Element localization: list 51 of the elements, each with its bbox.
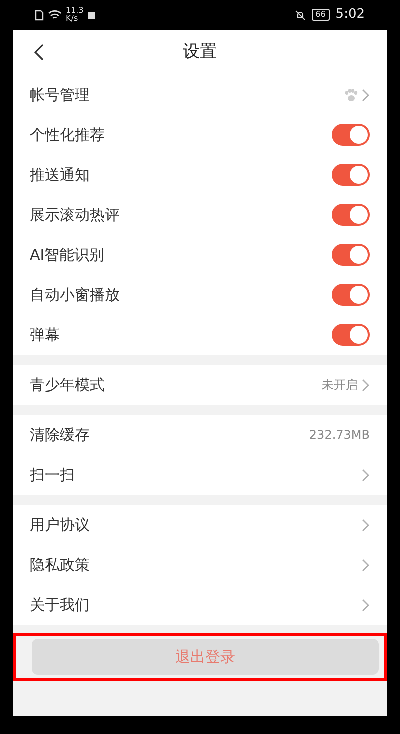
toggle-switch[interactable]	[332, 164, 370, 186]
toggle-switch[interactable]	[332, 244, 370, 266]
row-label: 展示滚动热评	[30, 204, 120, 226]
settings-row[interactable]: 清除缓存 232.73MB	[13, 415, 387, 455]
row-label: AI智能识别	[30, 244, 105, 266]
paw-icon	[344, 88, 358, 102]
settings-row[interactable]: 展示滚动热评	[13, 195, 387, 235]
settings-row[interactable]: 隐私政策	[13, 545, 387, 585]
bell-muted-icon	[294, 10, 306, 20]
chevron-icon	[362, 88, 370, 102]
battery-level: 66	[312, 9, 330, 21]
speed-unit: K/s	[66, 15, 80, 23]
wifi-icon	[48, 10, 62, 20]
row-label: 隐私政策	[30, 554, 90, 576]
settings-row[interactable]: 青少年模式 未开启	[13, 365, 387, 405]
notification-icon	[88, 12, 95, 18]
page-title: 设置	[183, 40, 217, 64]
chevron-icon	[362, 518, 370, 532]
row-label: 用户协议	[30, 514, 90, 536]
row-label: 帐号管理	[30, 84, 90, 106]
back-icon[interactable]	[34, 44, 44, 61]
settings-row[interactable]: 用户协议	[13, 505, 387, 545]
settings-row[interactable]: 推送通知	[13, 155, 387, 195]
toggle-switch[interactable]	[332, 284, 370, 306]
settings-row[interactable]: 扫一扫	[13, 455, 387, 495]
toggle-switch[interactable]	[332, 124, 370, 146]
network-speed: 11.3	[66, 7, 84, 15]
row-label: 自动小窗播放	[30, 284, 120, 306]
row-label: 关于我们	[30, 594, 90, 616]
row-label: 扫一扫	[30, 464, 75, 486]
settings-row[interactable]: 弹幕	[13, 315, 387, 355]
settings-row[interactable]: 自动小窗播放	[13, 275, 387, 315]
row-label: 弹幕	[30, 324, 60, 346]
row-value: 232.73MB	[309, 427, 370, 444]
chevron-icon	[362, 378, 370, 392]
clock-time: 5:02	[336, 6, 365, 24]
row-label: 推送通知	[30, 164, 90, 186]
row-label: 清除缓存	[30, 424, 90, 446]
row-label: 青少年模式	[30, 374, 105, 396]
chevron-icon	[362, 468, 370, 482]
settings-row[interactable]: AI智能识别	[13, 235, 387, 275]
settings-row[interactable]: 帐号管理	[13, 75, 387, 115]
toggle-switch[interactable]	[332, 204, 370, 226]
settings-row[interactable]: 关于我们	[13, 585, 387, 625]
settings-row[interactable]: 个性化推荐	[13, 115, 387, 155]
chevron-icon	[362, 598, 370, 612]
row-label: 个性化推荐	[30, 124, 105, 146]
chevron-icon	[362, 558, 370, 572]
sim-icon	[35, 10, 44, 20]
toggle-switch[interactable]	[332, 324, 370, 346]
row-value: 未开启	[322, 377, 358, 394]
